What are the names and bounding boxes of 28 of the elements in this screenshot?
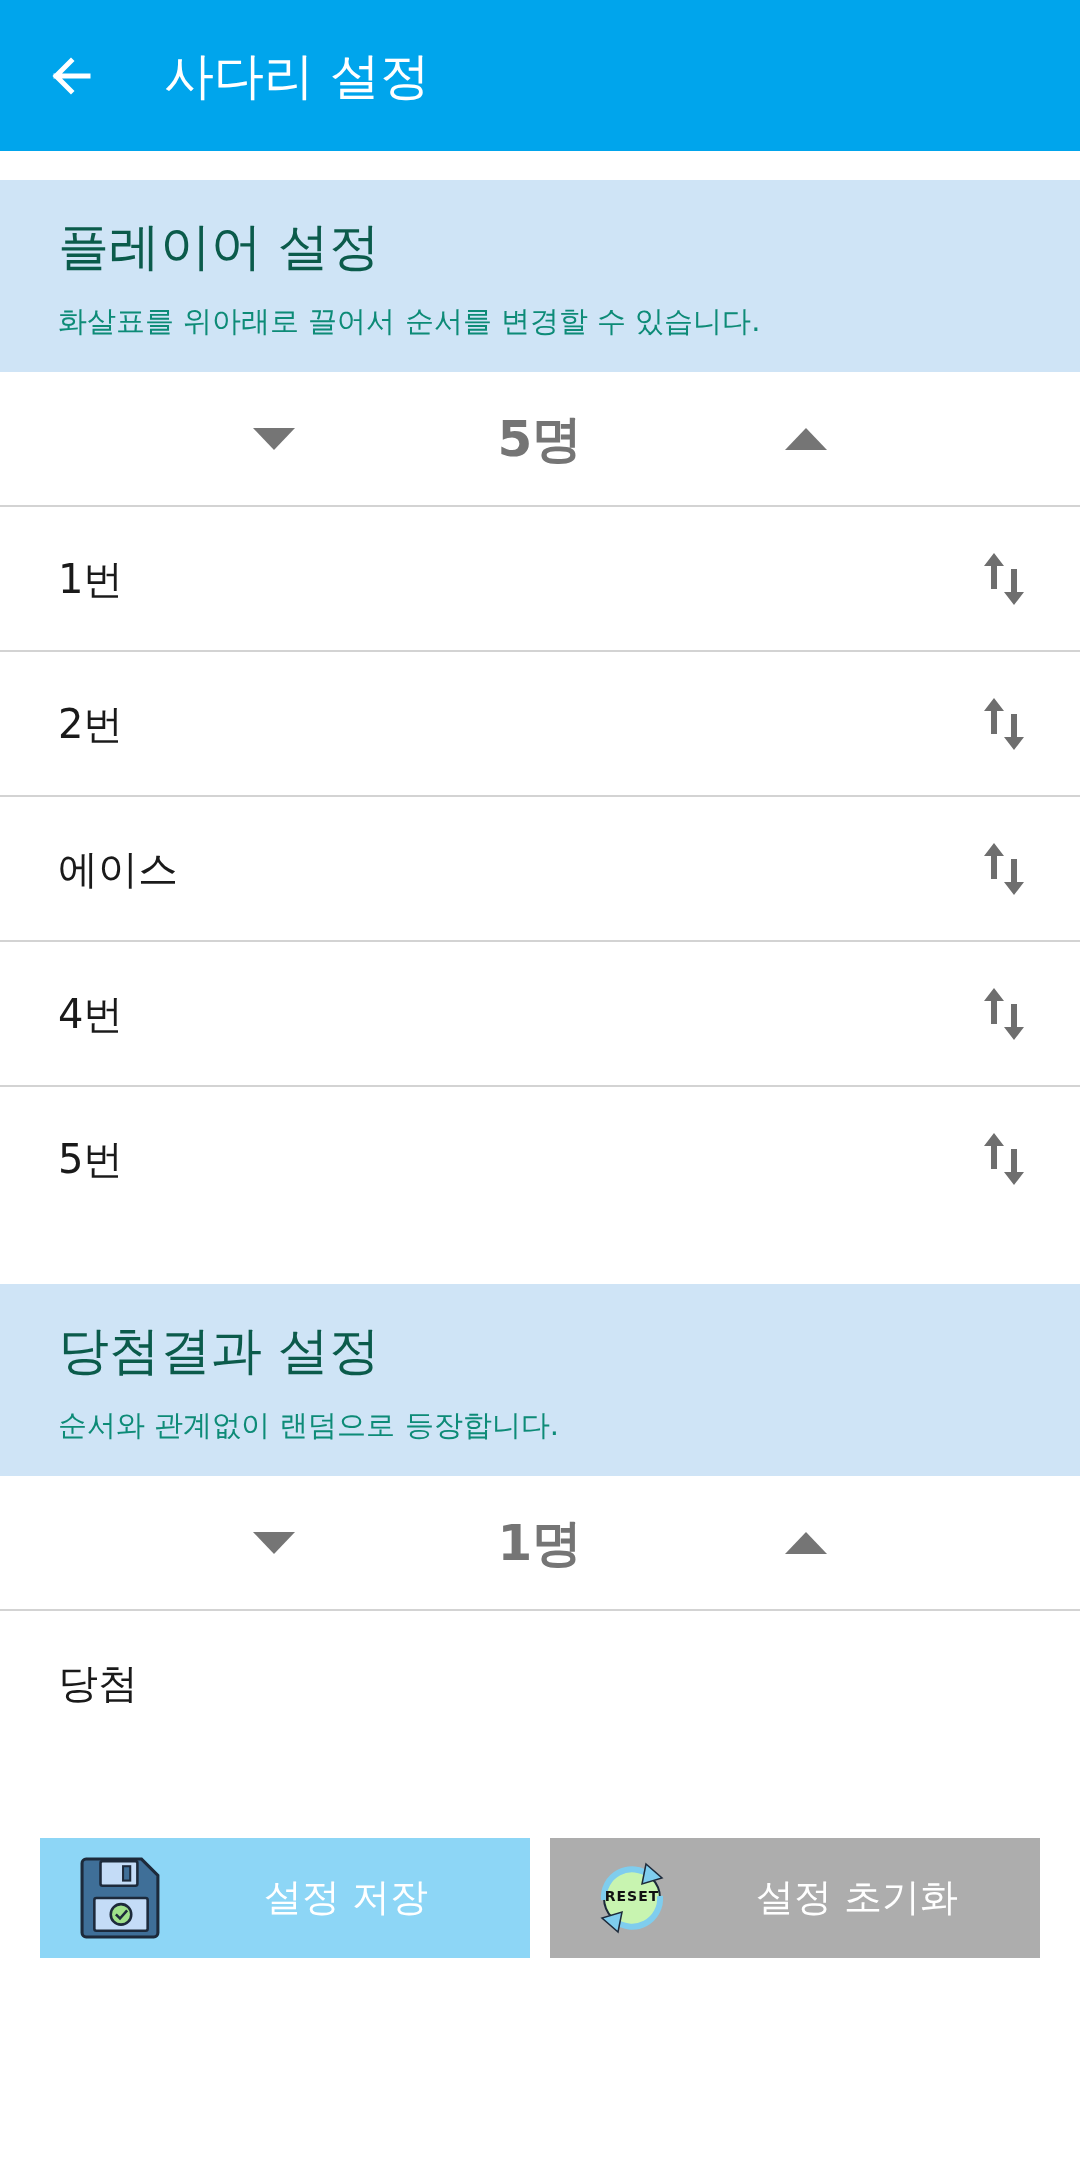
up-down-arrows-icon[interactable] bbox=[984, 987, 1024, 1040]
item-label: 에이스 bbox=[58, 844, 178, 893]
section-subtitle: 화살표를 위아래로 끌어서 순서를 변경할 수 있습니다. bbox=[58, 303, 762, 341]
count-value: 5명 bbox=[497, 408, 583, 469]
increase-button[interactable] bbox=[785, 427, 827, 450]
section-subtitle: 순서와 관계없이 랜덤으로 등장합니다. bbox=[58, 1407, 560, 1445]
item-label: 4번 bbox=[58, 989, 124, 1038]
count-value: 1명 bbox=[497, 1512, 583, 1573]
caret-down-icon bbox=[253, 427, 295, 450]
decrease-button[interactable] bbox=[253, 427, 295, 450]
up-down-arrows-icon[interactable] bbox=[984, 842, 1024, 895]
increase-button[interactable] bbox=[785, 1531, 827, 1554]
section-title: 당첨결과 설정 bbox=[58, 1320, 382, 1382]
item-label: 5번 bbox=[58, 1134, 124, 1183]
item-label: 1번 bbox=[58, 554, 124, 603]
caret-down-icon bbox=[253, 1531, 295, 1554]
caret-up-icon bbox=[785, 427, 827, 450]
up-down-arrows-icon[interactable] bbox=[984, 697, 1024, 750]
reset-button[interactable]: RESET 설정 초기화 bbox=[550, 1838, 1040, 1958]
icon-label: RESET bbox=[603, 1888, 661, 1905]
section-title: 플레이어 설정 bbox=[58, 216, 382, 278]
up-down-arrows-icon[interactable] bbox=[984, 1132, 1024, 1185]
item-label: 당첨 bbox=[58, 1658, 138, 1707]
up-down-arrows-icon[interactable] bbox=[984, 552, 1024, 605]
decrease-button[interactable] bbox=[253, 1531, 295, 1554]
item-label: 2번 bbox=[58, 699, 124, 748]
app-bar-title: 사다리 설정 bbox=[164, 45, 430, 106]
caret-up-icon bbox=[785, 1531, 827, 1554]
